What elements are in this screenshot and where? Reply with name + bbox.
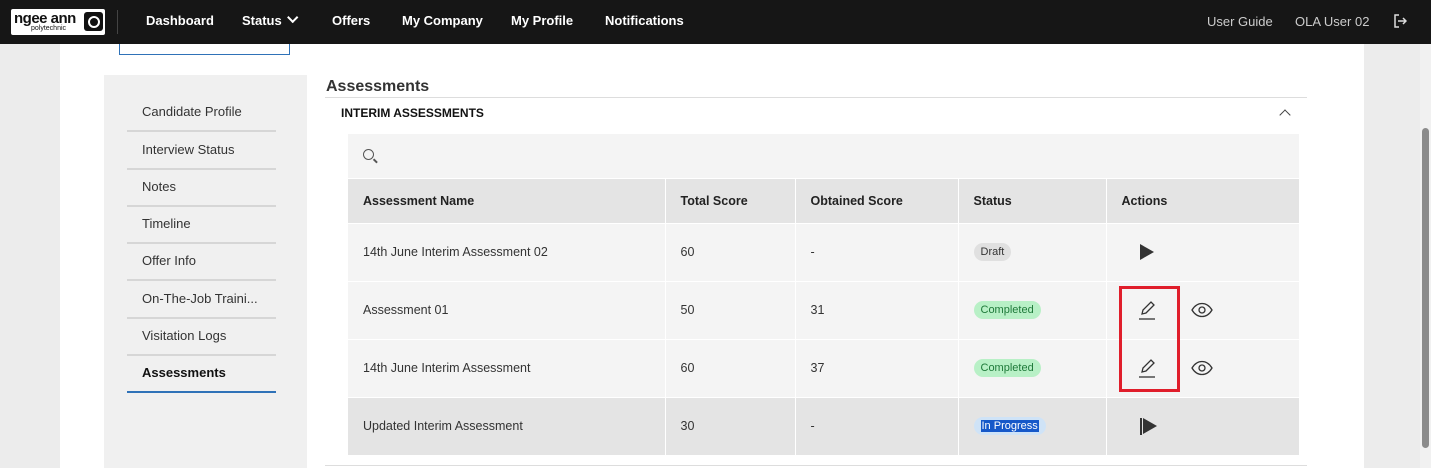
table-row: 14th June Interim Assessment 02 60 - Dra… <box>348 222 1299 281</box>
nav-my-company[interactable]: My Company <box>402 13 483 28</box>
header-obtained-score[interactable]: Obtained Score <box>794 179 958 223</box>
nav-my-profile[interactable]: My Profile <box>511 13 573 28</box>
cell-actions <box>1105 396 1299 455</box>
cell-name: Assessment 01 <box>348 280 665 339</box>
page-title: Assessments <box>326 78 430 95</box>
eye-icon[interactable] <box>1191 360 1213 376</box>
cell-status: Draft <box>957 222 1106 281</box>
cell-obtained: - <box>794 396 958 455</box>
sidebar-item-notes[interactable]: Notes <box>127 170 276 207</box>
search-bar[interactable] <box>348 134 1299 178</box>
cell-total: 50 <box>664 280 795 339</box>
cell-name: Updated Interim Assessment <box>348 396 665 455</box>
scrollbar-thumb[interactable] <box>1422 128 1429 448</box>
sidebar-item-timeline[interactable]: Timeline <box>127 207 276 244</box>
logo-mark-icon <box>84 12 103 31</box>
edit-actions-highlight <box>1119 286 1180 392</box>
logo-subtext: polytechnic <box>31 25 67 32</box>
cell-name: 14th June Interim Assessment 02 <box>348 222 665 281</box>
table-header-row: Assessment Name Total Score Obtained Sco… <box>348 179 1299 223</box>
header-total-score[interactable]: Total Score <box>664 179 795 223</box>
resume-play-icon[interactable] <box>1139 417 1157 435</box>
eye-icon[interactable] <box>1191 302 1213 318</box>
sidebar-item-visitation-logs[interactable]: Visitation Logs <box>127 319 276 356</box>
interim-assessments-heading[interactable]: INTERIM ASSESSMENTS <box>341 106 484 120</box>
scrollbar[interactable] <box>1420 44 1431 468</box>
cell-obtained: 37 <box>794 338 958 397</box>
resume-triangle <box>1142 417 1157 434</box>
side-menu: Candidate Profile Interview Status Notes… <box>104 75 307 468</box>
sidebar-item-candidate-profile[interactable]: Candidate Profile <box>127 95 276 132</box>
nav-user-guide[interactable]: User Guide <box>1207 14 1273 29</box>
status-badge-text: In Progress <box>980 420 1039 433</box>
cell-actions <box>1105 222 1299 281</box>
nav-divider <box>117 10 118 34</box>
header-status[interactable]: Status <box>957 179 1106 223</box>
cell-total: 30 <box>664 396 795 455</box>
nav-status[interactable]: Status <box>242 11 299 28</box>
search-icon[interactable] <box>363 149 374 160</box>
nav-user-name[interactable]: OLA User 02 <box>1295 14 1369 29</box>
sidebar-item-assessments[interactable]: Assessments <box>127 356 276 393</box>
ngee-ann-logo[interactable]: ngee ann polytechnic <box>11 9 105 35</box>
status-badge: Completed <box>973 359 1041 377</box>
play-icon[interactable] <box>1139 244 1154 260</box>
top-navbar: ngee ann polytechnic Dashboard Status Of… <box>0 0 1431 44</box>
cell-name: 14th June Interim Assessment <box>348 338 665 397</box>
nav-status-label: Status <box>242 13 282 28</box>
header-assessment-name[interactable]: Assessment Name <box>348 179 665 223</box>
header-actions: Actions <box>1105 179 1299 223</box>
divider <box>325 97 1307 98</box>
cell-status: Completed <box>957 280 1106 339</box>
nav-dashboard[interactable]: Dashboard <box>146 13 214 28</box>
nav-notifications[interactable]: Notifications <box>605 13 684 28</box>
cell-total: 60 <box>664 222 795 281</box>
logout-icon[interactable] <box>1393 14 1407 28</box>
chevron-down-icon <box>286 11 299 24</box>
resume-bar <box>1139 417 1142 435</box>
sidebar-item-on-the-job-training[interactable]: On-The-Job Traini... <box>127 282 276 319</box>
nav-offers[interactable]: Offers <box>332 13 370 28</box>
table-row: Updated Interim Assessment 30 - In Progr… <box>348 396 1299 455</box>
cell-obtained: - <box>794 222 958 281</box>
profile-box <box>119 44 290 55</box>
sidebar-item-offer-info[interactable]: Offer Info <box>127 244 276 281</box>
status-badge: Draft <box>973 243 1012 261</box>
divider <box>325 465 1307 466</box>
cell-obtained: 31 <box>794 280 958 339</box>
status-badge: Completed <box>973 301 1041 319</box>
status-badge: In Progress <box>973 417 1046 436</box>
cell-total: 60 <box>664 338 795 397</box>
sidebar-item-interview-status[interactable]: Interview Status <box>127 133 276 170</box>
cell-status: In Progress <box>957 396 1106 455</box>
cell-status: Completed <box>957 338 1106 397</box>
